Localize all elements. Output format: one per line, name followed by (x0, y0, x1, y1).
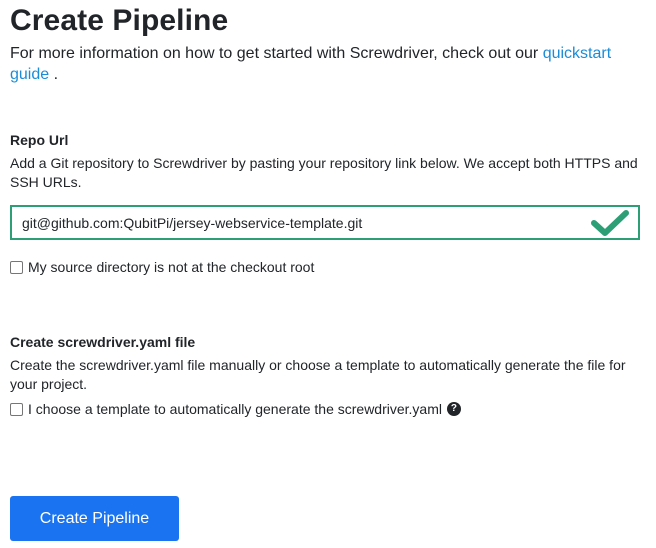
source-directory-option[interactable]: My source directory is not at the checko… (10, 259, 314, 275)
page-title: Create Pipeline (10, 4, 229, 37)
template-checkbox[interactable] (10, 402, 23, 416)
question-circle-icon[interactable]: ? (446, 402, 461, 416)
create-pipeline-page: Create Pipeline For more information on … (0, 0, 656, 548)
checkmark-icon (591, 210, 629, 236)
intro-end: . (49, 66, 59, 83)
screwdriver-yaml-help: Create the screwdriver.yaml file manuall… (10, 357, 626, 392)
intro-text: For more information on how to get start… (10, 43, 640, 85)
repo-url-help: Add a Git repository to Screwdriver by p… (10, 155, 638, 190)
template-option[interactable]: I choose a template to automatically gen… (10, 401, 461, 417)
repo-url-input[interactable] (12, 207, 638, 238)
template-label: I choose a template to automatically gen… (28, 401, 442, 417)
repo-url-field (10, 205, 640, 240)
screwdriver-yaml-heading: Create screwdriver.yaml file (10, 334, 196, 350)
repo-url-heading: Repo Url (10, 132, 69, 148)
source-directory-label: My source directory is not at the checko… (28, 259, 315, 275)
source-directory-checkbox[interactable] (10, 260, 23, 274)
create-pipeline-button[interactable]: Create Pipeline (10, 496, 179, 541)
intro-lead: For more information on how to get start… (10, 45, 543, 62)
